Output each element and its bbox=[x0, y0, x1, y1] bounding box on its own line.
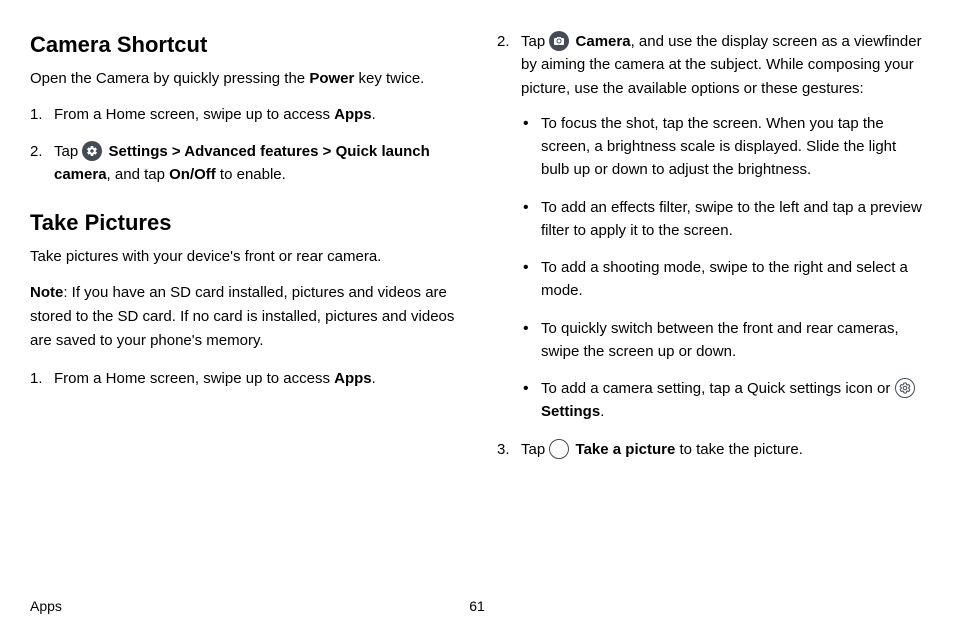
text: Tap bbox=[54, 143, 82, 160]
text: to enable. bbox=[216, 166, 286, 183]
text: Tap bbox=[521, 441, 549, 458]
list-item: To add a camera setting, tap a Quick set… bbox=[521, 377, 924, 424]
footer-page-number: 61 bbox=[469, 598, 485, 614]
left-column: Camera Shortcut Open the Camera by quick… bbox=[30, 30, 457, 475]
step-item: From a Home screen, swipe up to access A… bbox=[30, 103, 457, 126]
bold-advanced: Advanced features bbox=[184, 143, 318, 160]
text: , and tap bbox=[107, 166, 170, 183]
text: to take the picture. bbox=[675, 441, 803, 458]
text: key twice. bbox=[354, 70, 424, 87]
intro-camera-shortcut: Open the Camera by quickly pressing the … bbox=[30, 68, 457, 91]
shutter-icon bbox=[549, 439, 569, 459]
heading-camera-shortcut: Camera Shortcut bbox=[30, 32, 457, 58]
bold-onoff: On/Off bbox=[169, 166, 216, 183]
intro-take-pictures: Take pictures with your device's front o… bbox=[30, 246, 457, 269]
bold-note: Note bbox=[30, 284, 63, 301]
list-item: To quickly switch between the front and … bbox=[521, 317, 924, 364]
bold-power: Power bbox=[309, 70, 354, 87]
page-footer: Apps 61 bbox=[30, 598, 924, 614]
sep: > bbox=[318, 143, 335, 160]
text: : If you have an SD card installed, pict… bbox=[30, 284, 454, 349]
step-item: Tap Camera, and use the display screen a… bbox=[497, 30, 924, 424]
text: To add a camera setting, tap a Quick set… bbox=[541, 380, 895, 397]
bold-camera: Camera bbox=[576, 33, 631, 50]
settings-outline-icon bbox=[895, 378, 915, 398]
text: From a Home screen, swipe up to access bbox=[54, 370, 334, 387]
step-item: Tap Settings > Advanced features > Quick… bbox=[30, 140, 457, 187]
list-item: To add a shooting mode, swipe to the rig… bbox=[521, 256, 924, 303]
bold-settings: Settings bbox=[541, 403, 600, 420]
settings-icon bbox=[82, 141, 102, 161]
text: . bbox=[372, 370, 376, 387]
steps-take-pictures-part2: Tap Camera, and use the display screen a… bbox=[497, 30, 924, 461]
step-item: Tap Take a picture to take the picture. bbox=[497, 438, 924, 461]
bold-take-picture: Take a picture bbox=[576, 441, 676, 458]
sep: > bbox=[168, 143, 185, 160]
list-item: To add an effects filter, swipe to the l… bbox=[521, 196, 924, 243]
text: Open the Camera by quickly pressing the bbox=[30, 70, 309, 87]
text: From a Home screen, swipe up to access bbox=[54, 106, 334, 123]
bold-apps: Apps bbox=[334, 370, 372, 387]
bold-apps: Apps bbox=[334, 106, 372, 123]
steps-camera-shortcut: From a Home screen, swipe up to access A… bbox=[30, 103, 457, 187]
list-item: To focus the shot, tap the screen. When … bbox=[521, 112, 924, 182]
gesture-list: To focus the shot, tap the screen. When … bbox=[521, 112, 924, 424]
text: Tap bbox=[521, 33, 549, 50]
text: . bbox=[372, 106, 376, 123]
footer-section: Apps bbox=[30, 598, 62, 614]
camera-icon bbox=[549, 31, 569, 51]
text: . bbox=[600, 403, 604, 420]
steps-take-pictures-part1: From a Home screen, swipe up to access A… bbox=[30, 367, 457, 390]
heading-take-pictures: Take Pictures bbox=[30, 210, 457, 236]
step-item: From a Home screen, swipe up to access A… bbox=[30, 367, 457, 390]
page-content: Camera Shortcut Open the Camera by quick… bbox=[0, 0, 954, 475]
right-column: Tap Camera, and use the display screen a… bbox=[497, 30, 924, 475]
section-take-pictures: Take Pictures Take pictures with your de… bbox=[30, 210, 457, 390]
note-sd-card: Note: If you have an SD card installed, … bbox=[30, 281, 457, 353]
bold-settings: Settings bbox=[109, 143, 168, 160]
